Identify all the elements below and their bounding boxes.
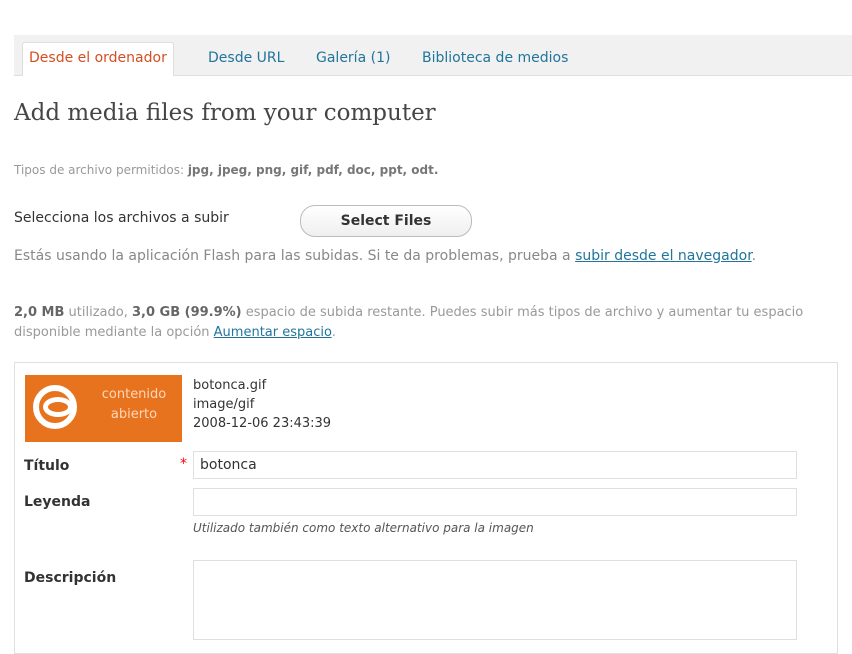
quota-remaining: 3,0 GB (99.9%) [131,305,242,320]
required-marker: * [180,456,187,472]
allowed-types-label: Tipos de archivo permitidos: [14,163,188,177]
quota-used-suffix: utilizado, [64,305,132,320]
tab-gallery[interactable]: Galería (1) [310,43,396,74]
allowed-file-types: Tipos de archivo permitidos: jpg, jpeg, … [14,163,438,177]
tab-from-computer[interactable]: Desde el ordenador [22,42,174,76]
file-mime-type: image/gif [193,397,255,412]
flash-uploader-notice: Estás usando la aplicación Flash para la… [14,245,814,267]
select-files-label: Selecciona los archivos a subir [14,210,229,226]
thumbnail-logo-text: contenido abierto [89,385,179,425]
thumbnail-logo-line1: contenido [101,387,167,402]
caption-label: Leyenda [24,494,91,510]
tab-media-library[interactable]: Biblioteca de medios [416,43,574,74]
browser-uploader-link[interactable]: subir desde el navegador [575,248,752,264]
file-name: botonca.gif [193,378,267,393]
upload-quota: 2,0 MB utilizado, 3,0 GB (99.9%) espacio… [14,303,804,343]
quota-suffix: . [331,325,336,340]
file-info: botonca.gif image/gif 2008-12-06 23:43:3… [193,376,331,433]
media-tabs-bar: Desde el ordenador Desde URL Galería (1)… [14,35,852,76]
caption-hint: Utilizado también como texto alternativo… [193,521,534,535]
file-upload-date: 2008-12-06 23:43:39 [193,416,332,431]
quota-used: 2,0 MB [14,305,65,320]
title-input[interactable] [193,451,797,479]
caption-input[interactable] [193,488,797,516]
description-label: Descripción [24,570,117,586]
page-title: Add media files from your computer [14,100,436,126]
increase-space-link[interactable]: Aumentar espacio [214,325,332,340]
allowed-types-list: jpg, jpeg, png, gif, pdf, doc, ppt, odt. [187,163,439,177]
media-thumbnail: contenido abierto [25,375,182,442]
tab-from-url[interactable]: Desde URL [202,43,290,74]
select-files-button[interactable]: Select Files [300,205,472,237]
title-label: Título [24,458,70,474]
flash-notice-suffix: . [751,248,757,264]
flash-notice-text: Estás usando la aplicación Flash para la… [14,248,576,264]
description-textarea[interactable] [193,560,797,640]
thumbnail-logo-line2: abierto [110,407,158,422]
logo-inner-ring-icon [43,397,73,417]
